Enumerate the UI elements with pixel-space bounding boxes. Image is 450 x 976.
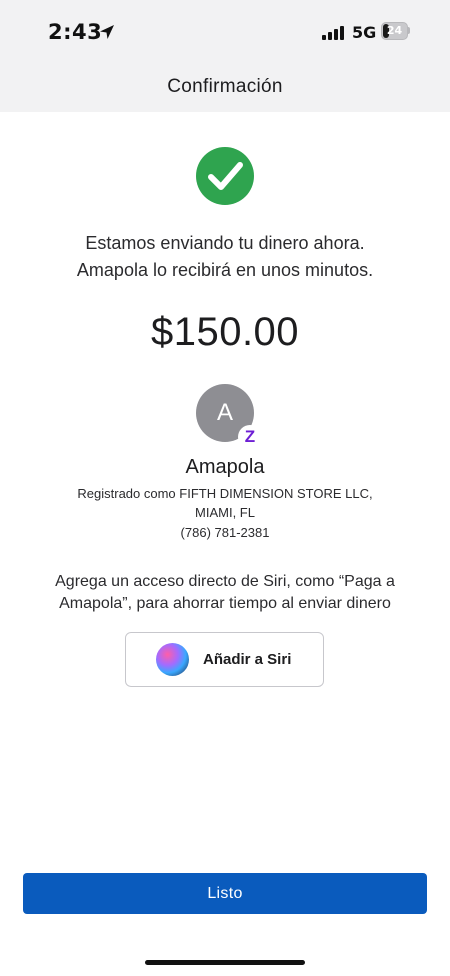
status-time: 2:43 xyxy=(48,20,103,44)
recipient-phone: (786) 781-2381 xyxy=(180,525,270,540)
recipient-name: Amapola xyxy=(185,456,265,478)
registered-location: MIAMI, FL xyxy=(195,505,255,520)
add-to-siri-button[interactable]: Añadir a Siri xyxy=(125,632,324,687)
home-indicator xyxy=(145,960,305,965)
transfer-amount: $150.00 xyxy=(150,310,300,354)
status-bar: 2:43 5G 24 xyxy=(0,0,450,64)
add-to-siri-label: Añadir a Siri xyxy=(203,651,292,668)
checkmark-circle-icon xyxy=(196,147,254,205)
page-title: Confirmación xyxy=(167,76,283,97)
navigation-bar: Confirmación xyxy=(0,64,450,112)
battery-cap xyxy=(408,27,410,34)
signal-bars-icon xyxy=(322,26,344,40)
confirmation-message-line-1: Estamos enviando tu dinero ahora. xyxy=(85,233,365,253)
siri-prompt-line-2: Amapola”, para ahorrar tiempo al enviar … xyxy=(59,595,391,612)
zelle-badge-icon: Z xyxy=(238,425,262,449)
network-type: 5G xyxy=(352,23,377,42)
location-arrow-icon xyxy=(100,25,114,39)
battery-level: 24 xyxy=(386,24,403,37)
battery-icon: 24 xyxy=(381,22,411,40)
siri-prompt-line-1: Agrega un acceso directo de Siri, como “… xyxy=(55,573,395,590)
siri-orb-icon xyxy=(156,643,189,676)
registered-as: Registrado como FIFTH DIMENSION STORE LL… xyxy=(77,486,373,501)
done-button[interactable]: Listo xyxy=(23,873,427,914)
confirmation-message-line-2: Amapola lo recibirá en unos minutos. xyxy=(76,260,374,280)
